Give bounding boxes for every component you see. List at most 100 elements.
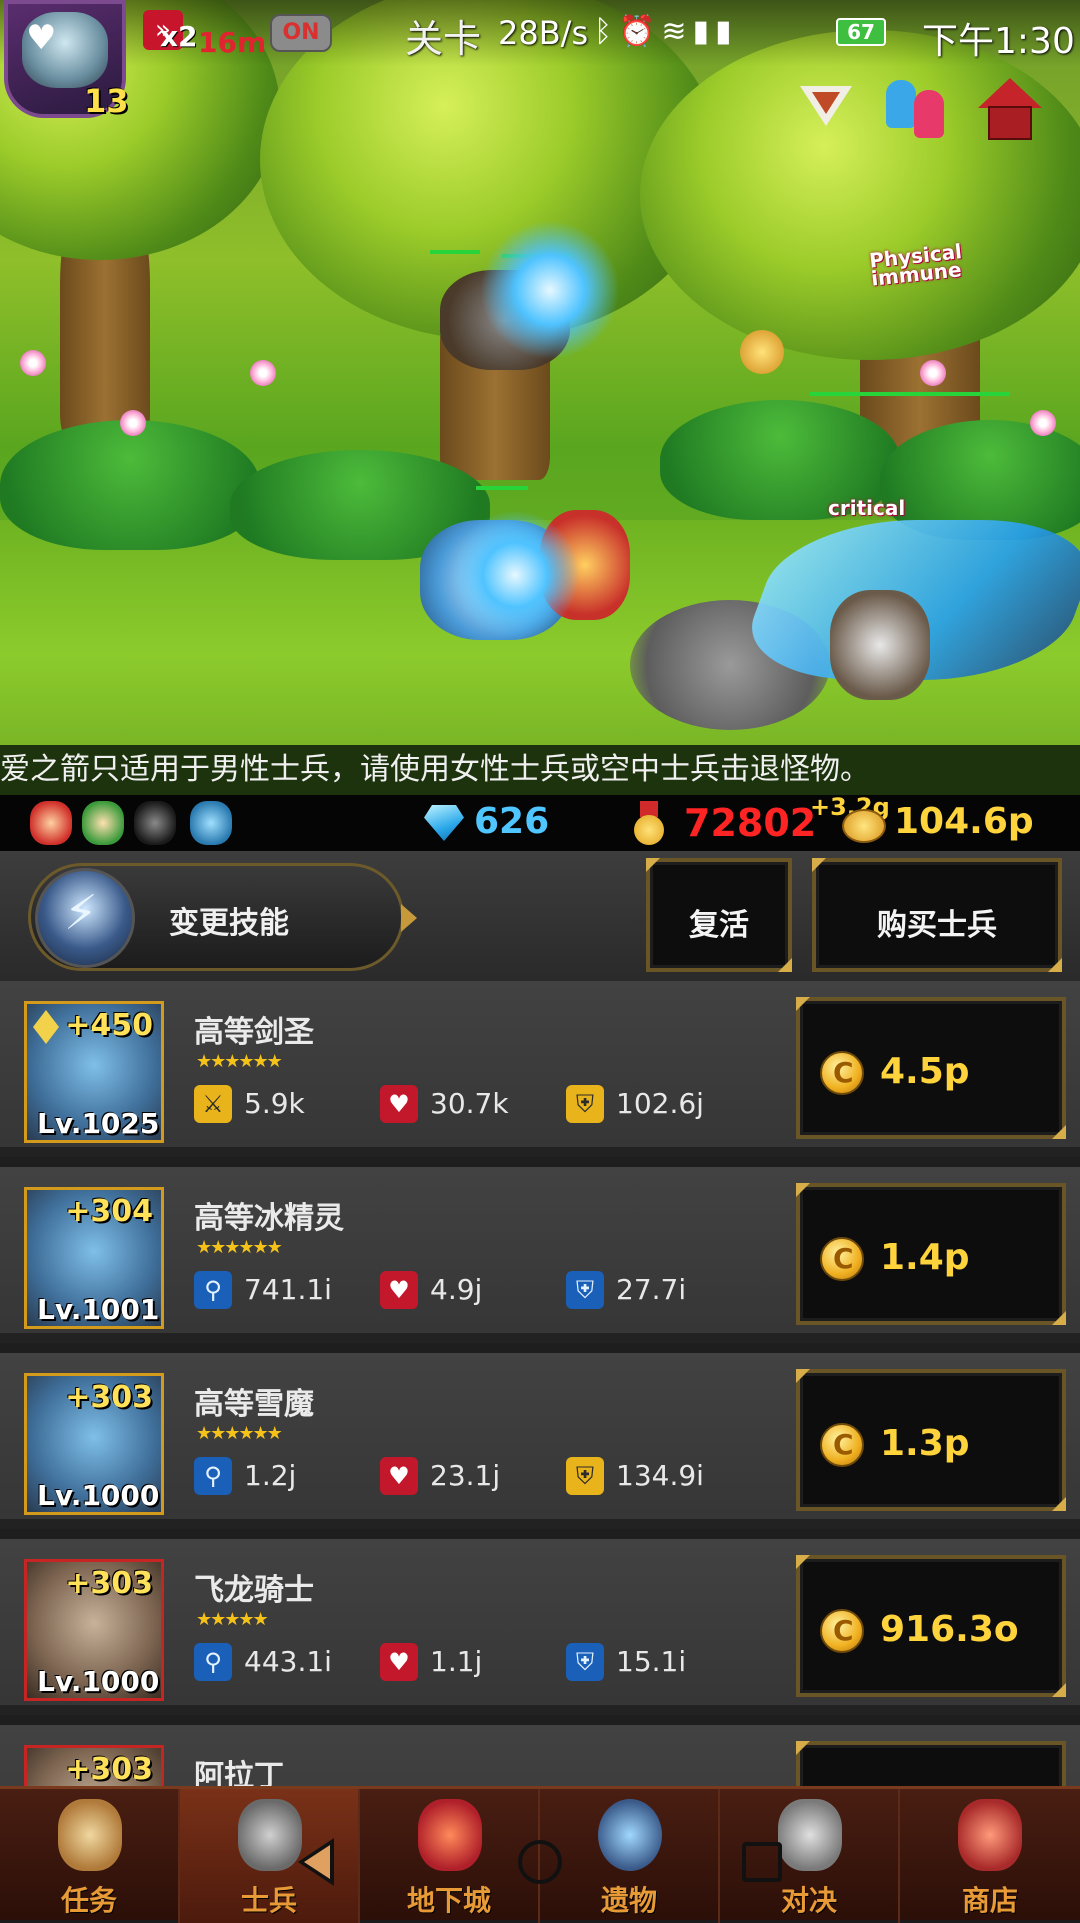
sword-icon: ⚔ bbox=[194, 1085, 232, 1123]
dungeon-monster-icon bbox=[418, 1799, 482, 1871]
crossed-swords-icon bbox=[778, 1799, 842, 1871]
flower bbox=[20, 350, 46, 376]
soldier-name: 高等雪魔 bbox=[194, 1387, 314, 1422]
nav-label: 地下城 bbox=[406, 1884, 491, 1917]
hero-level: 13 bbox=[84, 82, 129, 120]
shield-icon: ⛨ bbox=[566, 1085, 604, 1123]
soldier-stars: ★★★★★ bbox=[196, 1609, 269, 1630]
soldier-name: 高等冰精灵 bbox=[194, 1201, 344, 1236]
shop-house-icon bbox=[958, 1799, 1022, 1871]
battery-icon: 67 bbox=[836, 18, 886, 46]
soldier-name: 阿拉丁 bbox=[194, 1759, 284, 1786]
soldier-portrait[interactable]: +450 Lv.1025 bbox=[24, 1001, 164, 1143]
soldier-level: Lv.1000 bbox=[37, 1665, 160, 1698]
soldier-row[interactable]: +450 Lv.1025 高等剑圣 ★★★★★★ ⚔ 5.9k ♥ 30.7k ⛨ 1… bbox=[0, 981, 1080, 1157]
control-row: 变更技能 复活 购买士兵 bbox=[0, 851, 1080, 981]
soldier-list[interactable]: +450 Lv.1025 高等剑圣 ★★★★★★ ⚔ 5.9k ♥ 30.7k ⛨ 1… bbox=[0, 981, 1080, 1786]
upgrade-button[interactable]: 4.5p bbox=[796, 997, 1066, 1139]
buy-soldier-label: 购买士兵 bbox=[877, 908, 997, 943]
revive-button[interactable]: 复活 bbox=[646, 858, 792, 972]
soldier-row[interactable]: +303 阿拉丁 bbox=[0, 1725, 1080, 1786]
party-hero-3-icon[interactable] bbox=[134, 801, 176, 845]
enemy-hp-bar bbox=[810, 392, 1010, 396]
coin-icon bbox=[820, 1423, 864, 1467]
gem-badge-icon bbox=[33, 1010, 59, 1044]
defense-value: 27.7i bbox=[616, 1273, 687, 1306]
wifi-icon: ≋ bbox=[661, 14, 693, 49]
nav-relics[interactable]: 遗物 bbox=[540, 1789, 720, 1923]
medal-icon bbox=[632, 801, 666, 845]
flower bbox=[120, 410, 146, 436]
diamond-icon bbox=[424, 805, 464, 841]
home-button[interactable] bbox=[978, 78, 1042, 144]
ally-hp-bar bbox=[476, 486, 528, 490]
system-recent-apps-icon[interactable] bbox=[742, 1842, 782, 1882]
magic-wand-icon: ⚲ bbox=[194, 1643, 232, 1681]
change-skill-label: 变更技能 bbox=[169, 906, 289, 941]
soldier-portrait[interactable]: +303 Lv.1000 bbox=[24, 1559, 164, 1701]
message-ticker: 爱之箭只适用于男性士兵，请使用女性士兵或空中士兵击退怪物。 bbox=[0, 745, 1080, 795]
nav-quests[interactable]: 任务 bbox=[0, 1789, 180, 1923]
party-hero-1-icon[interactable] bbox=[30, 801, 72, 845]
soldier-bonus: +303 bbox=[65, 1380, 153, 1415]
nav-dungeon[interactable]: 地下城 bbox=[360, 1789, 540, 1923]
soldier-name: 飞龙骑士 bbox=[194, 1573, 314, 1608]
nav-label: 对决 bbox=[780, 1884, 837, 1917]
ally-swordsman-unit bbox=[830, 590, 930, 700]
upgrade-button[interactable]: 1.3p bbox=[796, 1369, 1066, 1511]
bush bbox=[0, 420, 260, 550]
nav-label: 商店 bbox=[961, 1884, 1018, 1917]
friend-blue-icon bbox=[886, 80, 916, 128]
upgrade-button[interactable] bbox=[796, 1741, 1066, 1786]
soldier-row[interactable]: +304 Lv.1001 高等冰精灵 ★★★★★★ ⚲ 741.1i ♥ 4.9j … bbox=[0, 1167, 1080, 1343]
heart-icon: ♥ bbox=[380, 1085, 418, 1123]
buy-soldier-button[interactable]: 购买士兵 bbox=[812, 858, 1062, 972]
house-icon bbox=[988, 106, 1032, 140]
bluetooth-icon: ᛒ bbox=[594, 14, 618, 49]
soldier-stars: ★★★★★★ bbox=[196, 1051, 283, 1072]
lightning-tower-icon bbox=[35, 868, 135, 968]
soldier-name: 高等剑圣 bbox=[194, 1015, 314, 1050]
heart-icon: ♥ bbox=[380, 1271, 418, 1309]
nav-shop[interactable]: 商店 bbox=[900, 1789, 1080, 1923]
soldier-bonus: +304 bbox=[65, 1194, 153, 1229]
dropdown-button[interactable] bbox=[800, 86, 852, 132]
revive-label: 复活 bbox=[689, 908, 749, 943]
attack-value: 741.1i bbox=[244, 1273, 332, 1306]
hero-portrait[interactable]: ♥ 13 bbox=[4, 0, 129, 120]
magic-wand-icon: ⚲ bbox=[194, 1457, 232, 1495]
upgrade-cost: 1.3p bbox=[880, 1423, 970, 1464]
auto-toggle[interactable]: ON bbox=[270, 14, 332, 52]
upgrade-cost: 1.4p bbox=[880, 1237, 970, 1278]
upgrade-button[interactable]: 916.3o bbox=[796, 1555, 1066, 1697]
stage-label: 关卡 bbox=[405, 17, 482, 61]
soldier-stars: ★★★★★★ bbox=[196, 1423, 283, 1444]
gold-count: 104.6p bbox=[894, 801, 1034, 842]
friends-button[interactable] bbox=[886, 80, 952, 144]
change-skill-button[interactable]: 变更技能 bbox=[28, 863, 417, 971]
network-speed: 28B/s bbox=[498, 14, 589, 52]
attack-value: 5.9k bbox=[244, 1087, 305, 1120]
soldier-row[interactable]: +303 Lv.1000 高等雪魔 ★★★★★★ ⚲ 1.2j ♥ 23.1j ⛨ 1… bbox=[0, 1353, 1080, 1529]
blue-spark-fx bbox=[450, 510, 580, 640]
party-hero-4-icon[interactable] bbox=[190, 801, 232, 845]
party-hero-2-icon[interactable] bbox=[82, 801, 124, 845]
friend-pink-icon bbox=[914, 90, 944, 138]
soldier-row[interactable]: +303 Lv.1000 飞龙骑士 ★★★★★ ⚲ 443.1i ♥ 1.1j ⛨ 1… bbox=[0, 1539, 1080, 1715]
upgrade-button[interactable]: 1.4p bbox=[796, 1183, 1066, 1325]
soldier-bonus: +450 bbox=[65, 1008, 153, 1043]
defense-value: 102.6j bbox=[616, 1087, 704, 1120]
soldier-portrait[interactable]: +303 bbox=[24, 1745, 164, 1786]
magic-shield-icon: ⛨ bbox=[566, 1643, 604, 1681]
2g-signal-icon: ▮ bbox=[715, 14, 738, 49]
hp-value: 30.7k bbox=[430, 1087, 509, 1120]
soldier-portrait[interactable]: +303 Lv.1000 bbox=[24, 1373, 164, 1515]
system-back-icon[interactable] bbox=[298, 1838, 334, 1886]
attack-value: 443.1i bbox=[244, 1645, 332, 1678]
hp-value: 4.9j bbox=[430, 1273, 483, 1306]
enemy-hp-bar bbox=[430, 250, 480, 254]
coin-icon bbox=[820, 1237, 864, 1281]
soldier-portrait[interactable]: +304 Lv.1001 bbox=[24, 1187, 164, 1329]
system-home-icon[interactable] bbox=[518, 1840, 562, 1884]
medal-count: 72802 bbox=[684, 801, 817, 845]
